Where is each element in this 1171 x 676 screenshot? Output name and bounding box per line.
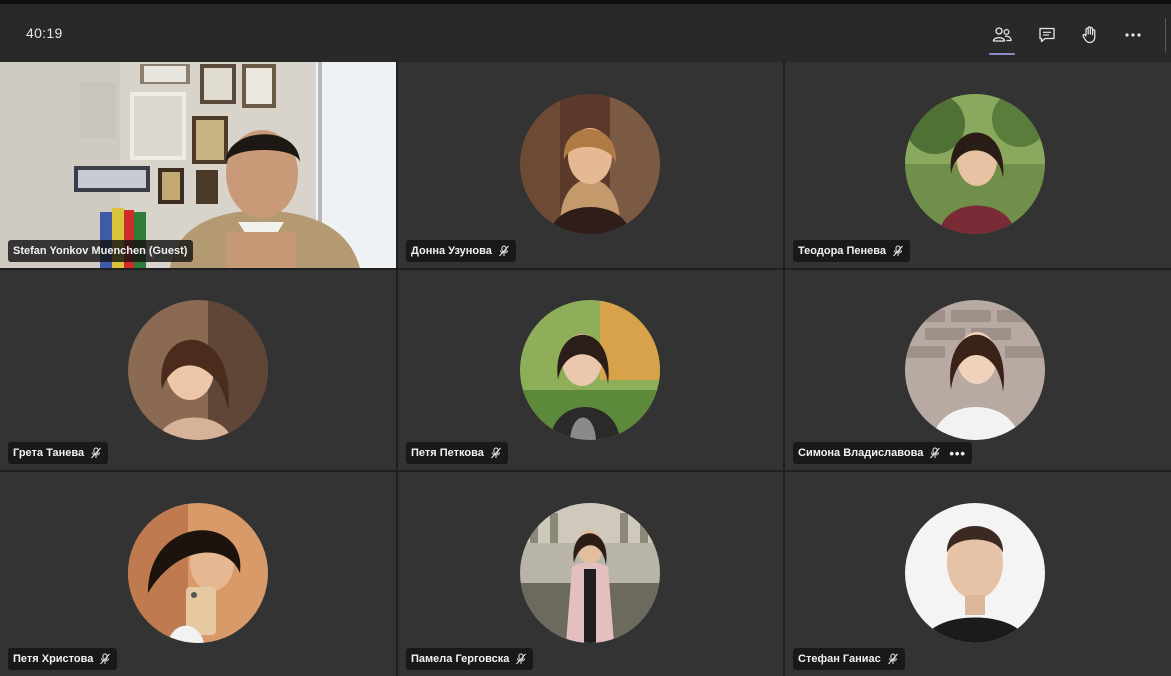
participant-name: Петя Петкова <box>411 447 484 459</box>
participant-video-feed <box>0 62 396 268</box>
participant-avatar <box>128 503 268 643</box>
participant-avatar <box>128 300 268 440</box>
meeting-top-bar: 40:19 <box>0 0 1171 62</box>
participant-tile[interactable]: Теодора Пенева <box>785 62 1171 268</box>
participant-nameplate: Донна Узунова <box>406 240 516 262</box>
participant-name: Stefan Yonkov Muenchen (Guest) <box>13 245 188 257</box>
participant-nameplate: Теодора Пенева <box>793 240 910 262</box>
participant-name: Грета Танева <box>13 447 85 459</box>
people-icon <box>992 27 1012 42</box>
participant-nameplate: Стефан Ганиас <box>793 648 905 670</box>
participant-tile-video[interactable]: Stefan Yonkov Muenchen (Guest) <box>0 62 396 268</box>
participant-avatar <box>520 300 660 440</box>
mic-off-icon <box>100 653 111 665</box>
participant-name: Памела Герговска <box>411 653 510 665</box>
chat-icon <box>1039 27 1055 43</box>
participant-avatar <box>905 94 1045 234</box>
mic-off-icon <box>887 653 898 665</box>
participant-avatar <box>520 503 660 643</box>
participant-nameplate: Симона Владиславова ••• <box>793 442 972 464</box>
meeting-timer: 40:19 <box>26 25 63 41</box>
participant-tile[interactable]: Грета Танева <box>0 270 396 470</box>
participant-name: Стефан Ганиас <box>798 653 881 665</box>
hand-icon <box>1082 26 1096 44</box>
participant-tile[interactable]: Петя Петкова <box>398 270 783 470</box>
participant-name: Симона Владиславова <box>798 447 924 459</box>
participant-avatar <box>520 94 660 234</box>
mic-off-icon <box>516 653 527 665</box>
participant-tile[interactable]: Симона Владиславова ••• <box>785 270 1171 470</box>
participant-nameplate: Петя Петкова <box>406 442 508 464</box>
participant-avatar <box>905 503 1045 643</box>
mic-off-icon <box>91 447 102 459</box>
participant-nameplate: Stefan Yonkov Muenchen (Guest) <box>8 240 194 262</box>
mic-off-icon <box>498 245 509 257</box>
mic-off-icon <box>893 245 903 257</box>
more-icon <box>1125 33 1141 37</box>
participant-name: Донна Узунова <box>411 245 492 257</box>
participant-name: Теодора Пенева <box>798 245 886 257</box>
participant-tile[interactable]: Стефан Ганиас <box>785 472 1171 676</box>
participant-name: Петя Христова <box>13 653 94 665</box>
more-actions-button[interactable] <box>1116 19 1150 51</box>
chat-button[interactable] <box>1030 19 1064 51</box>
mic-off-icon <box>490 447 501 459</box>
raise-hand-button[interactable] <box>1073 19 1107 51</box>
toolbar-divider <box>1165 18 1166 52</box>
participant-grid: Stefan Yonkov Muenchen (Guest) Донна Узу… <box>0 62 1171 676</box>
participant-tile[interactable]: Памела Герговска <box>398 472 783 676</box>
participant-avatar <box>905 300 1045 440</box>
participant-more-options[interactable]: ••• <box>949 447 966 460</box>
participant-tile[interactable]: Петя Христова <box>0 472 396 676</box>
mic-off-icon <box>930 447 941 459</box>
participants-button[interactable] <box>985 19 1019 55</box>
participant-nameplate: Грета Танева <box>8 442 109 464</box>
participant-nameplate: Петя Христова <box>8 648 118 670</box>
participant-tile[interactable]: Донна Узунова <box>398 62 783 268</box>
participant-nameplate: Памела Герговска <box>406 648 534 670</box>
